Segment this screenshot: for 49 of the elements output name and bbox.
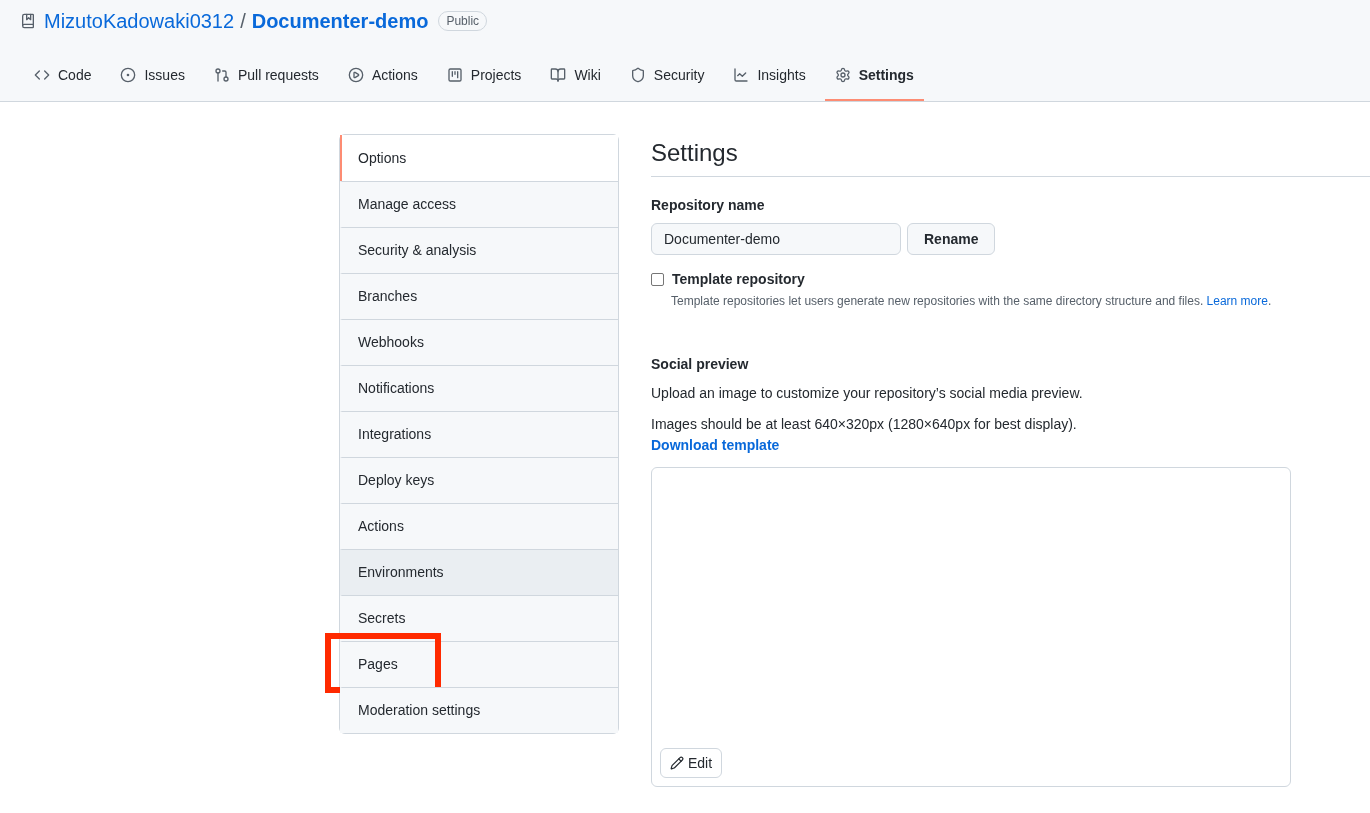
menu-item[interactable]: Options (340, 135, 618, 181)
nav-tab[interactable]: Code (24, 51, 102, 101)
download-template-link[interactable]: Download template (651, 435, 1370, 456)
book-icon (550, 67, 567, 83)
menu-item[interactable]: Manage access (340, 181, 618, 227)
menu-item[interactable]: Moderation settings (340, 687, 618, 733)
menu-item[interactable]: Actions (340, 503, 618, 549)
learn-more-link[interactable]: Learn more (1206, 294, 1268, 308)
rename-button[interactable]: Rename (907, 223, 996, 255)
board-icon (446, 67, 463, 83)
code-icon (34, 67, 50, 83)
circle-dot-icon (120, 67, 137, 83)
menu-item[interactable]: Notifications (340, 365, 618, 411)
branch-merge-icon (213, 67, 230, 83)
nav-tab[interactable]: Issues (110, 51, 195, 101)
field-label: Repository name (651, 196, 766, 215)
upload-description: Upload an image to customize your repository’s social media preview. (651, 384, 1084, 403)
nav-tab[interactable]: Projects (436, 51, 532, 101)
template-description: Template repositories let users generate new repositories with the same directory structure and files. Learn more. (671, 293, 1273, 310)
repo-icon (20, 13, 36, 29)
nav-tab[interactable]: Security (619, 51, 715, 101)
nav-tab[interactable]: Wiki (540, 51, 611, 101)
edit-button[interactable]: Edit (660, 748, 723, 778)
menu-item[interactable]: Webhooks (340, 319, 618, 365)
menu-item[interactable]: Integrations (340, 411, 618, 457)
repository-name-field[interactable]: Documenter-demo (651, 223, 901, 255)
repo-owner-link[interactable]: MizutoKadowaki0312 (44, 6, 235, 36)
menu-item[interactable]: Branches (340, 273, 618, 319)
pencil-icon (670, 756, 684, 770)
menu-item[interactable]: Deploy keys (340, 457, 618, 503)
page-title: Settings (651, 138, 1370, 177)
line-chart-icon (733, 67, 750, 83)
shield-icon (629, 67, 646, 83)
menu-item[interactable]: Environments (340, 549, 618, 595)
play-icon (347, 67, 364, 83)
settings-icon (834, 67, 851, 83)
nav-tab[interactable]: Pull requests (203, 51, 329, 101)
menu-item[interactable]: Secrets (340, 595, 618, 641)
checkbox[interactable] (651, 273, 664, 286)
menu-item[interactable]: Security & analysis (340, 227, 618, 273)
size-requirements: Images should be at least 640×320px (1280×640px for best display). (651, 415, 1078, 434)
menu-item[interactable]: Pages (340, 641, 618, 687)
checkbox-label: Template repository (672, 270, 805, 289)
path-separator: / (240, 9, 246, 34)
nav-tab[interactable]: Insights (723, 51, 816, 101)
section-label: Social preview (651, 355, 750, 374)
nav-tab[interactable]: Actions (337, 51, 428, 101)
nav-tab[interactable]: Settings (824, 51, 924, 101)
repo-name-link[interactable]: Documenter-demo (251, 6, 429, 36)
